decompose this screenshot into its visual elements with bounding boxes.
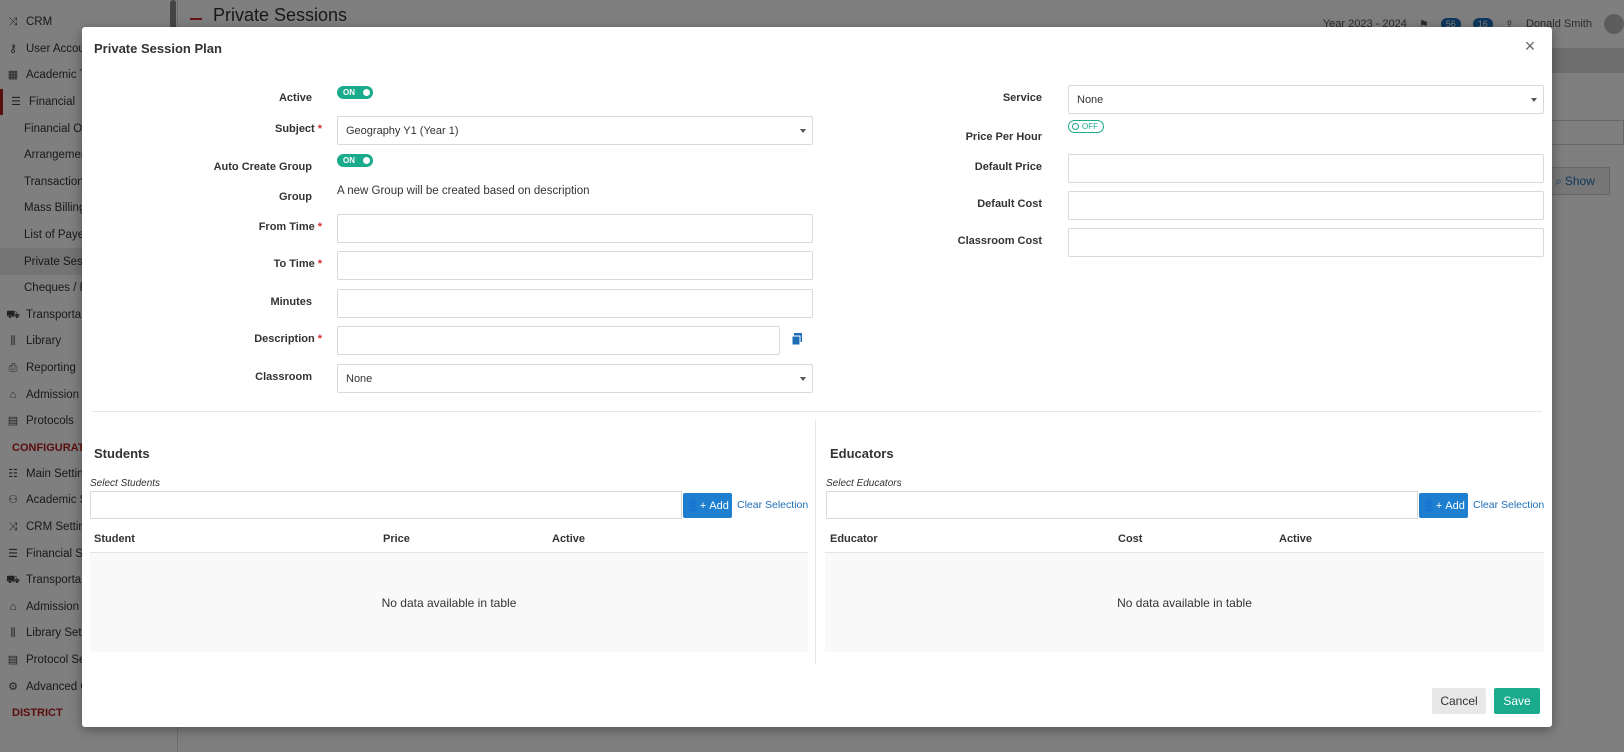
educators-table-empty: No data available in table	[825, 552, 1544, 652]
default-cost-input[interactable]	[1068, 191, 1544, 220]
group-description-text: A new Group will be created based on des…	[337, 185, 590, 197]
add-student-label: Add	[709, 499, 729, 512]
cost-column-header[interactable]: Cost	[1118, 533, 1142, 545]
service-label: Service	[1002, 92, 1042, 104]
toggle-knob	[1072, 123, 1079, 130]
toggle-knob	[363, 157, 370, 164]
classroom-cost-label: Classroom Cost	[957, 235, 1042, 247]
add-educator-button[interactable]: 👤+ Add	[1419, 493, 1468, 518]
modal-title: Private Session Plan	[94, 41, 222, 56]
educator-active-column-header[interactable]: Active	[1279, 533, 1312, 545]
select-educators-caption: Select Educators	[826, 478, 902, 489]
to-time-label-text: To Time	[273, 258, 315, 270]
save-button[interactable]: Save	[1494, 688, 1540, 714]
select-students-caption: Select Students	[90, 478, 161, 489]
default-price-label: Default Price	[974, 161, 1042, 173]
description-label-text: Description	[254, 333, 315, 345]
auto-group-toggle-text: ON	[343, 156, 355, 165]
price-per-hour-label: Price Per Hour	[965, 131, 1042, 143]
add-user-icon: 👤+	[1422, 500, 1443, 512]
from-time-label: From Time *	[182, 221, 322, 233]
required-mark: *	[317, 258, 322, 270]
classroom-label: Classroom	[255, 371, 312, 383]
group-label: Group	[279, 191, 312, 203]
classroom-select[interactable]: None	[337, 364, 813, 393]
educators-select-input[interactable]	[826, 491, 1418, 519]
student-column-header[interactable]: Student	[94, 533, 135, 545]
chevron-down-icon	[800, 129, 806, 133]
active-toggle-text: ON	[343, 88, 355, 97]
chevron-down-icon	[1531, 98, 1537, 102]
description-input[interactable]	[337, 326, 780, 355]
column-divider	[815, 419, 816, 664]
private-session-plan-modal: Private Session Plan × Active ON Subject…	[82, 27, 1552, 727]
to-time-input[interactable]	[337, 251, 813, 280]
from-time-input[interactable]	[337, 214, 813, 243]
subject-label-text: Subject	[274, 123, 315, 135]
default-price-input[interactable]	[1068, 154, 1544, 183]
minutes-input[interactable]	[337, 289, 813, 318]
add-educator-label: Add	[1445, 499, 1465, 512]
subject-value: Geography Y1 (Year 1)	[346, 124, 459, 137]
classroom-cost-input[interactable]	[1068, 228, 1544, 257]
service-select[interactable]: None	[1068, 85, 1544, 114]
price-per-hour-toggle-text: OFF	[1082, 122, 1098, 131]
students-table-empty: No data available in table	[90, 552, 808, 652]
description-label: Description *	[182, 333, 322, 345]
default-cost-label: Default Cost	[977, 198, 1042, 210]
active-toggle[interactable]: ON	[337, 86, 373, 99]
educators-title: Educators	[830, 446, 894, 461]
clipboard-icon[interactable]	[791, 333, 802, 346]
subject-label: Subject *	[182, 123, 322, 135]
cancel-button[interactable]: Cancel	[1432, 688, 1486, 714]
chevron-down-icon	[800, 377, 806, 381]
price-per-hour-toggle[interactable]: OFF	[1068, 120, 1104, 133]
to-time-label: To Time *	[182, 258, 322, 270]
active-label: Active	[278, 92, 312, 104]
close-icon[interactable]: ×	[1520, 36, 1540, 56]
add-user-icon: 👤+	[686, 500, 707, 512]
add-student-button[interactable]: 👤+ Add	[683, 493, 732, 518]
toggle-knob	[363, 89, 370, 96]
subject-select[interactable]: Geography Y1 (Year 1)	[337, 116, 813, 145]
students-title: Students	[94, 446, 150, 461]
auto-create-group-label: Auto Create Group	[213, 161, 312, 173]
from-time-label-text: From Time	[258, 221, 315, 233]
required-mark: *	[317, 123, 322, 135]
minutes-label: Minutes	[270, 296, 312, 308]
active-column-header[interactable]: Active	[552, 533, 585, 545]
students-clear-selection-link[interactable]: Clear Selection	[737, 499, 808, 511]
classroom-value: None	[346, 372, 373, 385]
required-mark: *	[317, 221, 322, 233]
educator-column-header[interactable]: Educator	[830, 533, 878, 545]
students-select-input[interactable]	[90, 491, 682, 519]
educators-clear-selection-link[interactable]: Clear Selection	[1473, 499, 1544, 511]
price-column-header[interactable]: Price	[383, 533, 410, 545]
service-value: None	[1077, 93, 1104, 106]
required-mark: *	[317, 333, 322, 345]
section-divider	[92, 411, 1542, 412]
auto-create-group-toggle[interactable]: ON	[337, 154, 373, 167]
